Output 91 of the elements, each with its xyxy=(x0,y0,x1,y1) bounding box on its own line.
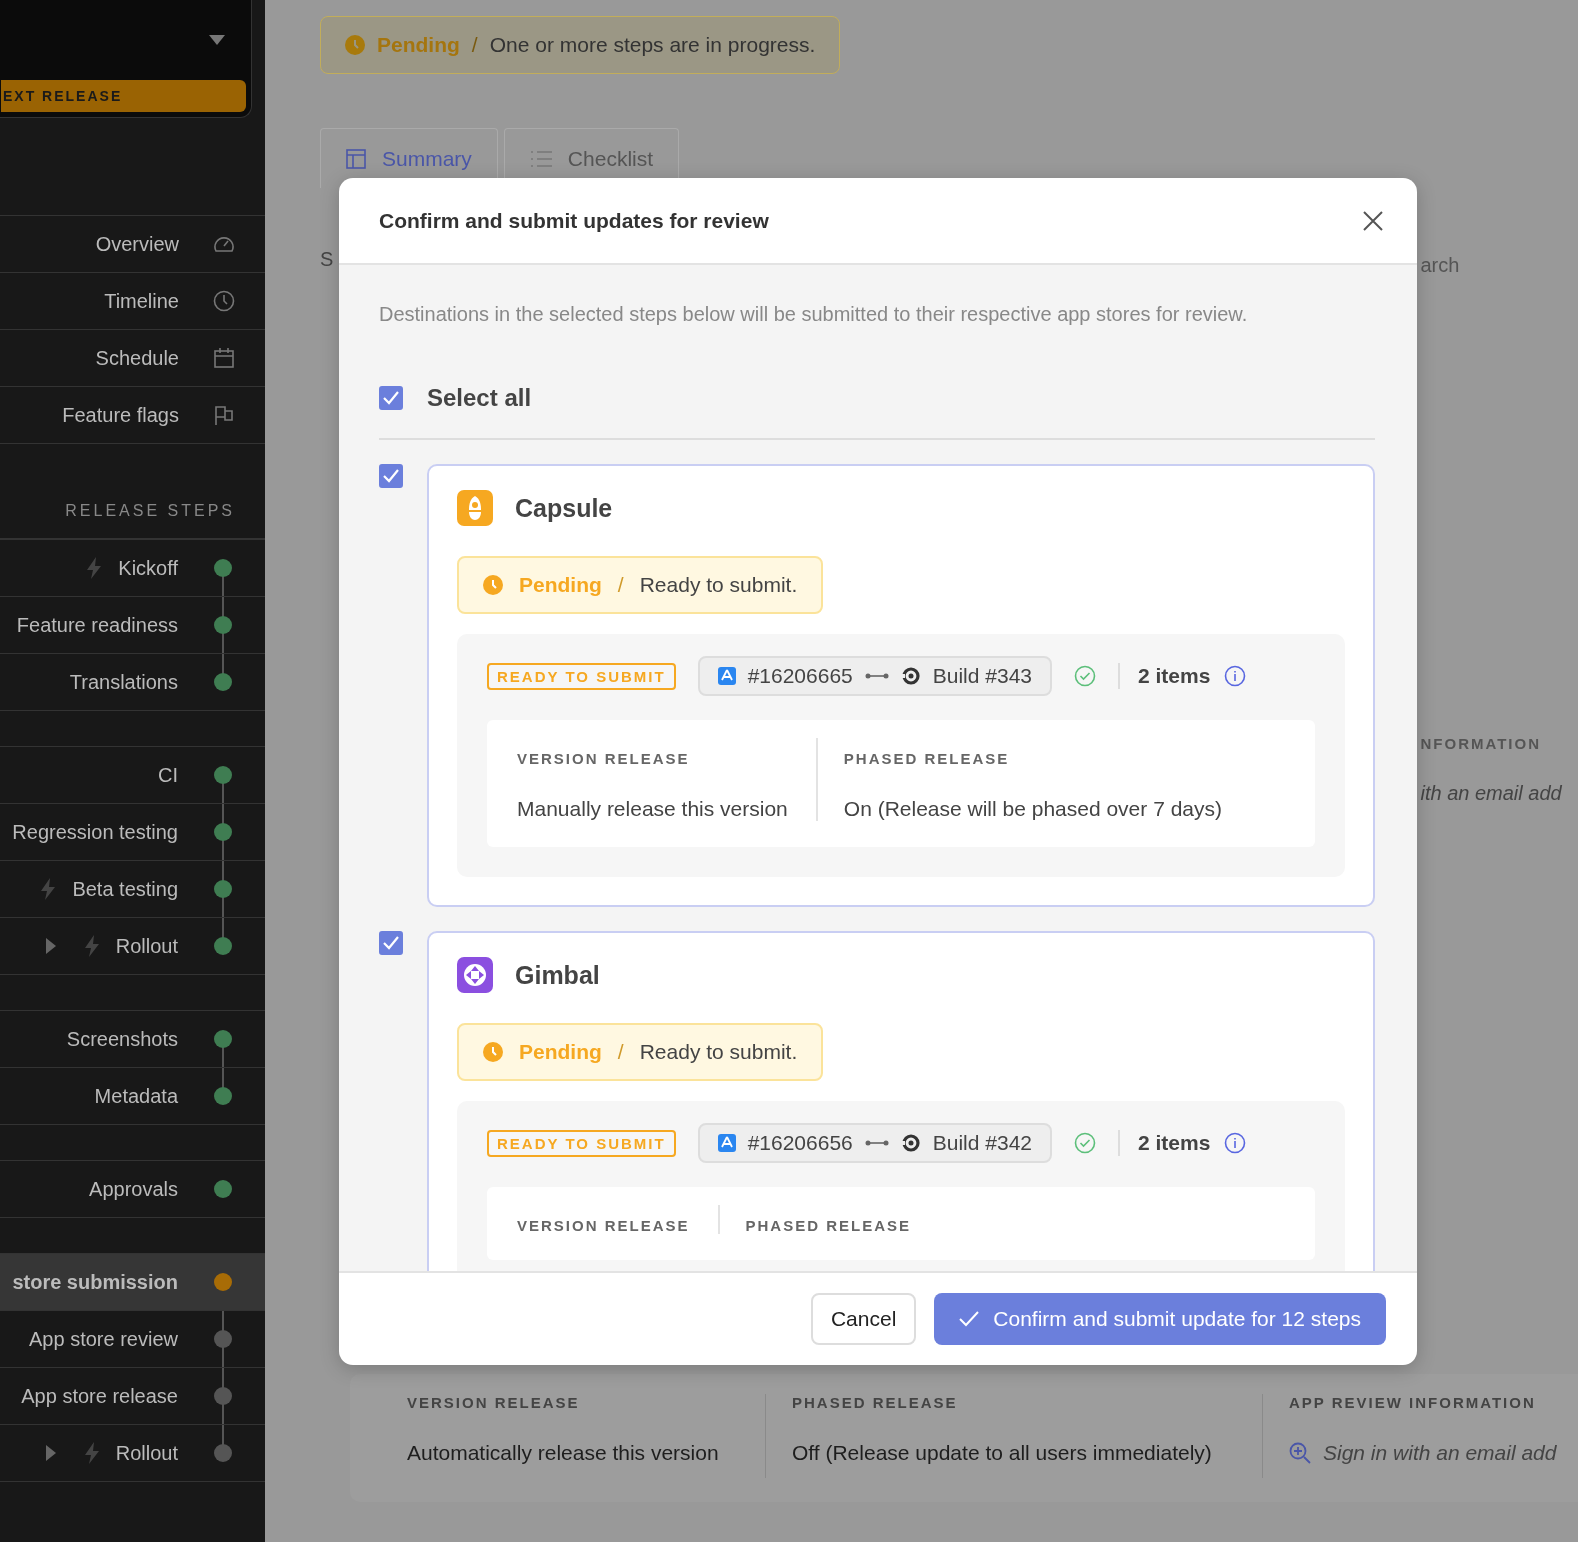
clock-icon xyxy=(213,290,235,312)
nav-item[interactable]: Schedule xyxy=(0,330,265,387)
release-step[interactable]: Approvals xyxy=(0,1161,265,1218)
build-number: Build #342 xyxy=(932,1131,1032,1155)
release-label: EXT RELEASE xyxy=(1,80,246,112)
field-value: On (Release will be phased over 7 days) xyxy=(843,797,1222,821)
release-step[interactable]: store submission xyxy=(0,1254,265,1311)
release-step[interactable]: Rollout xyxy=(0,1425,265,1482)
expand-triangle-icon[interactable] xyxy=(45,938,56,954)
field-value: ith an email add xyxy=(1420,782,1562,805)
check-circle-icon xyxy=(1074,1132,1096,1154)
build-chip[interactable]: #16206665 Build #343 xyxy=(697,656,1052,696)
nav-item[interactable]: Timeline xyxy=(0,273,265,330)
check-circle-icon xyxy=(1074,665,1096,687)
cancel-button[interactable]: Cancel xyxy=(810,1293,917,1345)
column-heading: PHASED RELEASE xyxy=(843,750,1011,767)
close-icon[interactable] xyxy=(1363,210,1383,231)
column-heading: PHASED RELEASE xyxy=(792,1394,959,1411)
release-step[interactable]: Beta testing xyxy=(0,861,265,918)
checkbox-label: Select all xyxy=(427,384,532,412)
info-icon[interactable] xyxy=(1224,1132,1247,1154)
dropdown-caret-icon[interactable] xyxy=(209,35,225,45)
items-count: 2 items xyxy=(1138,664,1211,688)
link-arrow-icon xyxy=(864,672,889,680)
release-step[interactable]: App store release xyxy=(0,1368,265,1425)
column-heading: PHASED RELEASE xyxy=(745,1217,912,1234)
release-step[interactable]: Kickoff xyxy=(0,540,265,597)
status-label: Pending xyxy=(519,1040,602,1064)
column-heading: NFORMATION xyxy=(1420,735,1542,752)
flag-icon xyxy=(214,405,234,425)
nav-item[interactable]: Overview xyxy=(0,216,265,273)
release-step[interactable]: Translations xyxy=(0,654,265,711)
status-message: Ready to submit. xyxy=(639,1040,798,1064)
text-fragment: S xyxy=(320,248,334,270)
checkbox[interactable] xyxy=(379,464,403,488)
items-count: 2 items xyxy=(1138,1131,1211,1155)
app-store-icon xyxy=(717,667,736,685)
checkbox[interactable] xyxy=(379,931,403,955)
app-name: Capsule xyxy=(515,493,613,523)
submission-id: #16206656 xyxy=(747,1131,853,1155)
column-heading: VERSION RELEASE xyxy=(517,1217,690,1234)
link-arrow-icon xyxy=(864,1139,889,1147)
separator: / xyxy=(617,573,624,597)
field-value[interactable]: Sign in with an email add xyxy=(1323,1441,1557,1465)
dialog-description: Destinations in the selected steps below will be submitted to their respective app stores for review. xyxy=(379,303,1249,326)
info-icon[interactable] xyxy=(1224,665,1247,687)
status-message: Ready to submit. xyxy=(639,573,798,597)
field-value: Automatically release this version xyxy=(407,1441,719,1465)
app-icon xyxy=(457,957,493,993)
column-heading: VERSION RELEASE xyxy=(407,1394,581,1411)
column-heading: APP REVIEW INFORMATION xyxy=(1289,1394,1537,1411)
release-step[interactable]: Rollout xyxy=(0,918,265,975)
field-value: Manually release this version xyxy=(517,797,788,821)
app-icon xyxy=(457,490,493,526)
release-step[interactable]: Metadata xyxy=(0,1068,265,1125)
release-step[interactable]: Screenshots xyxy=(0,1011,265,1068)
status-message: One or more steps are in progress. xyxy=(489,33,816,57)
build-chip[interactable]: #16206656 Build #342 xyxy=(697,1123,1052,1163)
column-heading: VERSION RELEASE xyxy=(517,750,691,767)
release-step[interactable]: App store review xyxy=(0,1311,265,1368)
zoom-in-icon xyxy=(1289,1442,1311,1464)
status-label: Pending xyxy=(519,573,602,597)
confirm-button[interactable]: Confirm and submit update for 12 steps xyxy=(934,1293,1386,1345)
section-heading: RELEASE STEPS xyxy=(0,502,265,539)
release-step[interactable]: CI xyxy=(0,747,265,804)
build-number: Build #343 xyxy=(932,664,1032,688)
field-value: Off (Release update to all users immediately) xyxy=(792,1441,1212,1465)
checkbox[interactable] xyxy=(379,386,403,410)
expand-triangle-icon[interactable] xyxy=(45,1445,56,1461)
check-icon xyxy=(959,1311,980,1327)
table-icon xyxy=(346,148,366,169)
list-icon xyxy=(529,149,552,168)
gauge-icon xyxy=(213,234,235,254)
nav-item[interactable]: Feature flags xyxy=(0,387,265,444)
dialog-title: Confirm and submit updates for review xyxy=(379,208,769,233)
release-step[interactable]: Feature readiness xyxy=(0,597,265,654)
status-tag: READY TO SUBMIT xyxy=(487,662,676,690)
clock-icon xyxy=(483,1042,503,1062)
app-store-icon xyxy=(717,1134,736,1152)
build-icon xyxy=(900,666,921,686)
separator: / xyxy=(617,1040,624,1064)
clock-icon xyxy=(483,575,503,595)
build-icon xyxy=(900,1133,921,1153)
separator: / xyxy=(471,33,478,57)
clock-icon xyxy=(345,35,365,55)
calendar-icon xyxy=(214,348,234,368)
submission-id: #16206665 xyxy=(747,664,853,688)
app-name: Gimbal xyxy=(515,960,600,990)
status-label: Pending xyxy=(377,33,460,57)
status-tag: READY TO SUBMIT xyxy=(487,1129,676,1157)
release-step[interactable]: Regression testing xyxy=(0,804,265,861)
